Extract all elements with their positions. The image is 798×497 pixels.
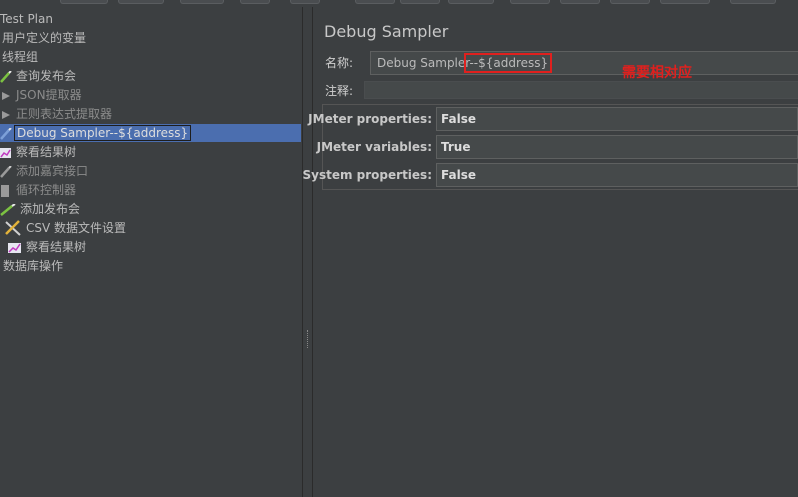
toolbar-button[interactable] [660, 0, 710, 4]
toolbar-button[interactable] [180, 0, 224, 4]
annotation-text: 需要相对应 [622, 65, 692, 81]
tree-item-label: 用户定义的变量 [2, 31, 87, 45]
sampler-pencil-icon [0, 165, 12, 178]
tree-item-test-plan[interactable]: Test Plan [0, 10, 55, 28]
toolbar-button[interactable] [118, 0, 164, 4]
toolbar-button[interactable] [355, 0, 395, 4]
system-properties-select[interactable]: False [436, 163, 798, 187]
property-row: JMeter variables: True [314, 135, 798, 159]
name-input[interactable]: Debug Sampler--${address} [370, 51, 798, 75]
extractor-icon [0, 108, 12, 120]
toolbar-button[interactable] [610, 0, 650, 4]
test-plan-tree[interactable]: Test Plan 用户定义的变量 线程组 查询发布会 JSON提取器 正则表达… [0, 7, 301, 497]
sampler-pencil-icon [0, 70, 12, 83]
property-row: System properties: False [303, 163, 798, 187]
tree-item-database-ops[interactable]: 数据库操作 [1, 257, 65, 275]
tree-item-query-launch[interactable]: 查询发布会 [0, 67, 78, 85]
property-label: JMeter properties: [308, 112, 432, 126]
tree-item-label: 添加嘉宾接口 [16, 164, 89, 178]
toolbar-button[interactable] [290, 0, 320, 4]
tree-item-csv-config[interactable]: CSV 数据文件设置 [4, 219, 128, 237]
property-label: System properties: [302, 168, 433, 182]
toolbar-button[interactable] [240, 0, 270, 4]
tree-item-label: 查询发布会 [16, 69, 77, 83]
tree-item-user-variables[interactable]: 用户定义的变量 [0, 29, 88, 47]
splitter-grip-icon[interactable] [307, 330, 309, 348]
tree-item-json-extractor[interactable]: JSON提取器 [0, 86, 84, 104]
tree-item-view-results-tree[interactable]: 察看结果树 [0, 143, 78, 161]
jmeter-variables-select[interactable]: True [436, 135, 798, 159]
extractor-icon [0, 89, 12, 101]
listener-chart-icon [0, 146, 12, 158]
toolbar-button[interactable] [510, 0, 550, 4]
tree-item-thread-group[interactable]: 线程组 [0, 48, 40, 66]
panel-splitter[interactable] [302, 7, 313, 497]
sampler-pencil-icon [0, 203, 16, 216]
toolbar-button[interactable] [730, 0, 776, 4]
toolbar-button[interactable] [400, 0, 440, 4]
tree-item-label: JSON提取器 [16, 88, 82, 102]
property-row: JMeter properties: False [308, 107, 798, 131]
toolbar-button[interactable] [560, 0, 600, 4]
tree-item-label: CSV 数据文件设置 [26, 221, 127, 235]
config-tools-icon [4, 220, 22, 236]
sampler-pencil-icon [0, 127, 12, 140]
property-label: JMeter variables: [316, 140, 432, 154]
tree-item-label: Debug Sampler--${address} [14, 125, 192, 141]
listener-chart-icon [8, 241, 22, 253]
toolbar-button[interactable] [448, 0, 494, 4]
highlight-box [464, 53, 552, 73]
tree-item-label: 添加发布会 [20, 202, 81, 216]
tree-item-label: 线程组 [2, 50, 39, 64]
tree-item-label: 数据库操作 [3, 259, 64, 273]
debug-sampler-panel: Debug Sampler 名称: Debug Sampler--${addre… [303, 7, 798, 497]
tree-item-label: 循环控制器 [16, 183, 77, 197]
tree-item-regex-extractor[interactable]: 正则表达式提取器 [0, 105, 114, 123]
tree-item-label: 察看结果树 [26, 240, 87, 254]
panel-title: Debug Sampler [324, 22, 449, 41]
tree-item-add-guest[interactable]: 添加嘉宾接口 [0, 162, 90, 180]
tree-item-loop-controller[interactable]: 循环控制器 [0, 181, 78, 199]
name-label: 名称: [325, 56, 354, 70]
controller-icon [0, 184, 12, 197]
tree-item-label: Test Plan [0, 12, 53, 26]
tree-item-label: 察看结果树 [16, 145, 77, 159]
toolbar-button[interactable] [60, 0, 108, 4]
tree-item-view-results-tree-2[interactable]: 察看结果树 [8, 238, 88, 256]
jmeter-properties-select[interactable]: False [436, 107, 798, 131]
tree-item-label: 正则表达式提取器 [16, 107, 113, 121]
tree-item-add-launch[interactable]: 添加发布会 [0, 200, 82, 218]
tree-item-debug-sampler[interactable]: Debug Sampler--${address} [0, 124, 301, 142]
toolbar [0, 0, 798, 5]
comment-input[interactable] [364, 81, 798, 99]
comment-label: 注释: [325, 84, 354, 98]
